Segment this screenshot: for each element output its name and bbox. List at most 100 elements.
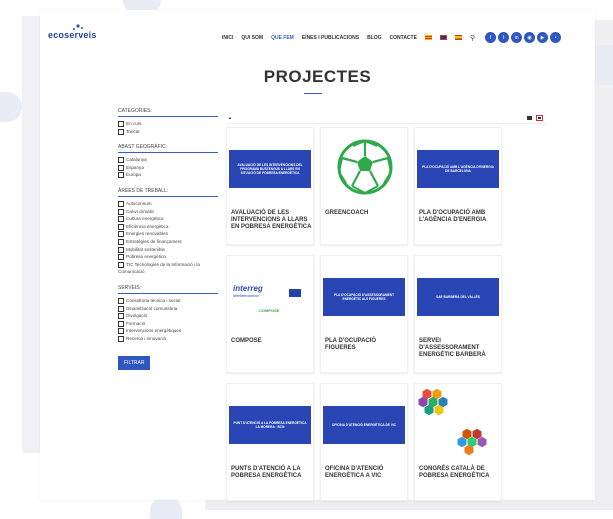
filter-option[interactable]: Dinamització comunitària [118, 305, 218, 313]
filter-checkbox[interactable] [118, 320, 124, 327]
flickr-icon[interactable]: • [550, 32, 562, 43]
twitter-icon[interactable]: t [498, 32, 510, 43]
filter-checkbox[interactable] [118, 254, 124, 261]
filter-option[interactable]: Tancat [118, 128, 218, 136]
filter-checkbox[interactable] [118, 216, 124, 223]
main-nav: INICI QUI SOM QUE FEM EINES I PUBLICACIO… [222, 32, 562, 43]
filter-checkbox[interactable] [118, 231, 124, 238]
project-card-title[interactable]: PLA D'OCUPACIÓ AMB L'AGÈNCIA D'ENERGIA [419, 210, 501, 224]
project-card-title[interactable]: AVALUACIÓ DE LES INTERVENCIONS A LLARS E… [231, 210, 313, 230]
filter-checkbox[interactable] [118, 313, 124, 320]
project-card[interactable]: AVALUACIÓ DE LES INTERVENCIONS DEL PROGR… [226, 127, 314, 245]
filter-option-label: Tancat [126, 128, 140, 134]
project-card[interactable]: OFICINA D'ATENCIÓ ENERGÈTICA DE VIC OFICI… [320, 383, 408, 501]
filter-checkbox[interactable] [118, 157, 124, 164]
banner-text: SAE BARBERÀ DEL VALLÈS [436, 295, 480, 299]
project-banner: PLA D'OCUPACIÓ D'ASSESSORAMENT ENERGÈTIC… [323, 278, 405, 316]
grid-view-icon[interactable] [527, 116, 532, 120]
project-card[interactable]: SAE BARBERÀ DEL VALLÈS SERVEI D'ASSESSORA… [414, 255, 502, 373]
project-card[interactable]: PLA D'OCUPACIÓ D'ASSESSORAMENT ENERGÈTIC… [320, 255, 408, 373]
filter-option-label: Dinamització comunitària [126, 305, 178, 311]
project-thumbnail[interactable]: interreg Mediterranean COMPOSE [227, 256, 313, 334]
social-links: f t in ◉ ▶ • [485, 32, 562, 43]
filter-checkbox[interactable] [118, 200, 124, 207]
filter-checkbox[interactable] [118, 328, 124, 335]
filter-checkbox[interactable] [118, 305, 124, 312]
nav-item-contacte[interactable]: CONTACTE [390, 35, 417, 41]
filter-checkbox[interactable] [118, 261, 124, 268]
project-thumbnail[interactable] [415, 384, 501, 462]
site-logo[interactable]: ecoserveis [48, 30, 97, 40]
filter-option[interactable]: Autoconsum [118, 200, 218, 208]
project-thumbnail[interactable]: PLA D'OCUPACIÓ AMB L'AGÈNCIA D'ENERGIA D… [415, 128, 501, 206]
search-icon[interactable]: ⚲ [470, 34, 475, 42]
filter-checkbox[interactable] [118, 208, 124, 215]
filter-option[interactable]: Energies renovables [118, 230, 218, 238]
list-view-icon[interactable] [536, 115, 543, 121]
nav-item-blog[interactable]: BLOG [367, 35, 381, 41]
project-card[interactable]: interreg Mediterranean COMPOSE COMPOSE [226, 255, 314, 373]
filter-option[interactable]: Cultura energètica [118, 215, 218, 223]
filter-option[interactable]: Divulgació [118, 312, 218, 320]
filter-checkbox[interactable] [118, 223, 124, 230]
project-card[interactable]: PLA D'OCUPACIÓ AMB L'AGÈNCIA D'ENERGIA D… [414, 127, 502, 245]
football-icon [337, 139, 393, 195]
filter-checkbox[interactable] [118, 238, 124, 245]
project-card-title[interactable]: OFICINA D'ATENCIÓ ENERGÈTICA A VIC [325, 466, 407, 480]
project-card-title[interactable]: CONGRÉS CATALÀ DE POBRESA ENERGÈTICA [419, 466, 501, 480]
filter-option[interactable]: Mobilitat sostenible [118, 246, 218, 254]
nav-item-eines[interactable]: EINES I PUBLICACIONS [302, 35, 359, 41]
filter-option-label: Consultoria tècnica i social [126, 297, 181, 303]
youtube-icon[interactable]: ▶ [537, 32, 549, 43]
project-card-title[interactable]: COMPOSE [231, 338, 313, 345]
filter-checkbox[interactable] [118, 164, 124, 171]
filter-option[interactable]: En curs [118, 120, 218, 128]
filter-checkbox[interactable] [118, 297, 124, 304]
instagram-icon[interactable]: ◉ [524, 32, 536, 43]
project-thumbnail[interactable]: OFICINA D'ATENCIÓ ENERGÈTICA DE VIC [321, 384, 407, 462]
facebook-icon[interactable]: f [485, 32, 497, 43]
project-card-title[interactable]: PLA D'OCUPACIÓ FIGUERES [325, 338, 407, 352]
project-card-title[interactable]: GREENCOACH [325, 210, 407, 217]
filter-heading: ÀREES DE TREBALL: [118, 188, 218, 197]
project-thumbnail[interactable]: SAE BARBERÀ DEL VALLÈS [415, 256, 501, 334]
nav-item-qui-som[interactable]: QUI SOM [241, 35, 263, 41]
filter-option[interactable]: Formació [118, 320, 218, 328]
project-card-title[interactable]: PUNTS D'ATENCIÓ A LA POBRESA ENERGÈTICA [231, 466, 313, 480]
filter-checkbox[interactable] [118, 172, 124, 179]
filter-option[interactable]: Pobresa energètica [118, 253, 218, 261]
filter-option[interactable]: Canvi climàtic [118, 208, 218, 216]
project-thumbnail[interactable]: PUNT D'ATENCIÓ A LA POBRESA ENERGÈTICA L… [227, 384, 313, 462]
filter-checkbox[interactable] [118, 246, 124, 253]
filter-option[interactable]: Recerca i innovació [118, 335, 218, 343]
filter-option[interactable]: Comunicació [118, 268, 218, 276]
filter-option[interactable]: Consultoria tècnica i social [118, 297, 218, 305]
filter-checkbox[interactable] [118, 128, 124, 135]
filter-option[interactable]: Eficiència energètica [118, 223, 218, 231]
filter-option[interactable]: Estratègies de finançament [118, 238, 218, 246]
project-card[interactable]: CONGRÉS CATALÀ DE POBRESA ENERGÈTICA [414, 383, 502, 501]
filter-option[interactable]: Intervencions energètiques [118, 327, 218, 335]
project-card[interactable]: PUNT D'ATENCIÓ A LA POBRESA ENERGÈTICA L… [226, 383, 314, 501]
project-card-title[interactable]: SERVEI D'ASSESSORAMENT ENERGÈTIC BARBERÀ [419, 338, 501, 358]
filter-option[interactable]: Catalunya [118, 156, 218, 164]
filter-option-label: Cultura energètica [126, 216, 164, 222]
filter-checkbox[interactable] [118, 121, 124, 127]
eu-flag-icon [289, 289, 301, 297]
english-flag-icon[interactable] [439, 35, 447, 40]
spanish-flag-icon[interactable] [454, 35, 462, 40]
filter-button[interactable]: FILTRAR [118, 356, 151, 371]
catalan-flag-icon[interactable] [424, 35, 432, 40]
nav-item-que-fem[interactable]: QUE FEM [271, 35, 294, 41]
filter-option[interactable]: TIC Tecnologies de la Informació i la [118, 261, 218, 269]
project-thumbnail[interactable]: PLA D'OCUPACIÓ D'ASSESSORAMENT ENERGÈTIC… [321, 256, 407, 334]
project-thumbnail[interactable] [321, 128, 407, 206]
nav-item-inici[interactable]: INICI [222, 35, 233, 41]
filter-option[interactable]: Espanya [118, 164, 218, 172]
sort-arrow-icon[interactable]: ▲ [228, 115, 232, 120]
linkedin-icon[interactable]: in [511, 32, 523, 43]
project-card[interactable]: GREENCOACH [320, 127, 408, 245]
filter-checkbox[interactable] [118, 335, 124, 342]
filter-option[interactable]: Europa [118, 171, 218, 179]
project-thumbnail[interactable]: AVALUACIÓ DE LES INTERVENCIONS DEL PROGR… [227, 128, 313, 206]
